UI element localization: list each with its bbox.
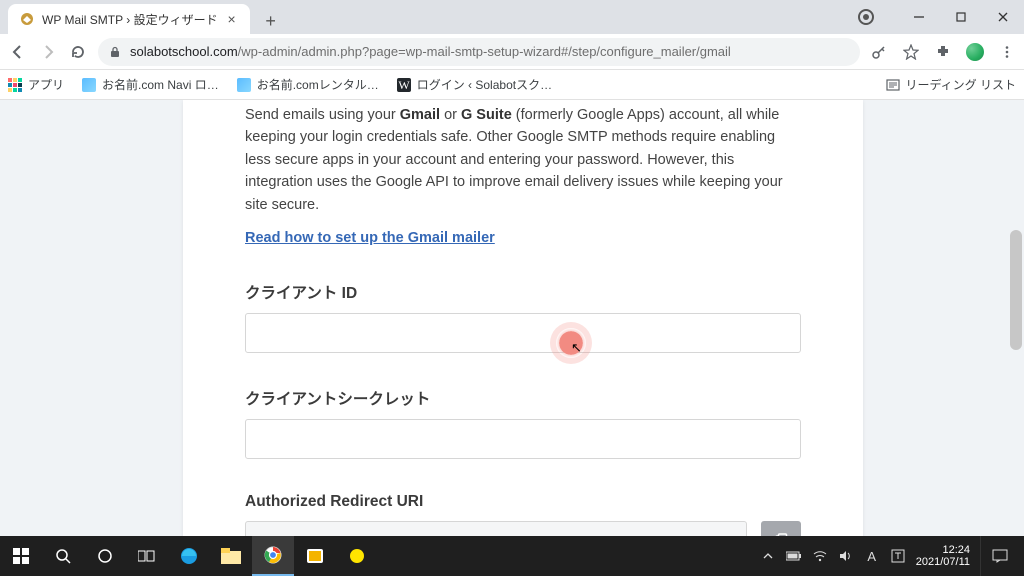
profile-avatar[interactable] (966, 43, 984, 61)
bookmark-label: ログイン ‹ Solabotスク… (417, 76, 552, 93)
address-bar[interactable]: solabotschool.com/wp-admin/admin.php?pag… (98, 38, 860, 66)
system-tray: A 12:24 2021/07/11 (760, 536, 1024, 576)
menu-icon[interactable] (998, 43, 1016, 61)
bookmark-item[interactable]: お名前.comレンタル… (237, 76, 379, 93)
bookmark-favicon-icon (237, 78, 251, 92)
key-icon[interactable] (870, 43, 888, 61)
tray-volume-icon[interactable] (838, 548, 854, 564)
forward-button[interactable] (38, 42, 58, 62)
extensions-icon[interactable] (934, 43, 952, 61)
svg-text:W: W (398, 78, 410, 92)
star-icon[interactable] (902, 43, 920, 61)
scrollbar-thumb[interactable] (1010, 230, 1022, 350)
redirect-uri-value: https://connect.wpmailsmtp.com/google/ (245, 521, 747, 536)
documentation-link[interactable]: Read how to set up the Gmail mailer (245, 230, 495, 246)
bookmark-label: お名前.comレンタル… (257, 76, 379, 93)
bookmark-favicon-icon: W (397, 78, 411, 92)
bookmarks-bar: アプリ お名前.com Navi ロ… お名前.comレンタル… W ログイン … (0, 70, 1024, 100)
tray-ime-label[interactable]: A (864, 548, 880, 564)
window-close-button[interactable] (982, 0, 1024, 34)
mailer-description: Send emails using your Gmail or G Suite … (245, 100, 801, 216)
client-secret-input[interactable] (245, 419, 801, 459)
client-id-input[interactable] (245, 313, 801, 353)
lock-icon (108, 45, 122, 59)
bookmark-label: お名前.com Navi ロ… (102, 76, 219, 93)
page-viewport: Send emails using your Gmail or G Suite … (0, 100, 1024, 536)
reload-button[interactable] (68, 42, 88, 62)
cortana-button[interactable] (84, 536, 126, 576)
new-tab-button[interactable]: + (258, 8, 284, 34)
back-button[interactable] (8, 42, 28, 62)
action-center-button[interactable] (980, 536, 1018, 576)
windows-taskbar: A 12:24 2021/07/11 (0, 536, 1024, 576)
search-button[interactable] (42, 536, 84, 576)
bookmark-item[interactable]: お名前.com Navi ロ… (82, 76, 219, 93)
scrollbar[interactable] (1010, 100, 1022, 536)
window-minimize-button[interactable] (898, 0, 940, 34)
client-id-label: クライアント ID (245, 281, 801, 303)
start-button[interactable] (0, 536, 42, 576)
tab-title: WP Mail SMTP › 設定ウィザード (42, 11, 218, 28)
tray-ime-icon[interactable] (890, 548, 906, 564)
cursor-pointer-icon: ↖ (571, 340, 582, 356)
client-secret-label: クライアントシークレット (245, 387, 801, 409)
bookmark-item[interactable]: W ログイン ‹ Solabotスク… (397, 76, 552, 93)
browser-toolbar: solabotschool.com/wp-admin/admin.php?pag… (0, 34, 1024, 70)
close-tab-icon[interactable]: × (226, 13, 238, 25)
reading-list-button[interactable]: リーディング リスト (886, 76, 1017, 93)
apps-shortcut[interactable]: アプリ (8, 76, 64, 93)
url-path: /wp-admin/admin.php?page=wp-mail-smtp-se… (238, 44, 731, 59)
tray-wifi-icon[interactable] (812, 548, 828, 564)
copy-button[interactable] (761, 521, 801, 536)
recording-indicator-icon[interactable] (858, 9, 874, 25)
taskbar-app-edge[interactable] (168, 536, 210, 576)
apps-icon (8, 78, 22, 92)
taskbar-app-slides[interactable] (294, 536, 336, 576)
taskbar-app-recorder[interactable] (336, 536, 378, 576)
reading-list-icon (886, 78, 900, 92)
bookmark-favicon-icon (82, 78, 96, 92)
browser-tab[interactable]: WP Mail SMTP › 設定ウィザード × (8, 4, 250, 34)
taskbar-app-explorer[interactable] (210, 536, 252, 576)
apps-label: アプリ (28, 76, 64, 93)
tray-battery-icon[interactable] (786, 548, 802, 564)
task-view-button[interactable] (126, 536, 168, 576)
taskbar-clock[interactable]: 12:24 2021/07/11 (916, 544, 970, 568)
taskbar-app-chrome[interactable] (252, 536, 294, 576)
tray-chevron-icon[interactable] (760, 548, 776, 564)
reading-list-label: リーディング リスト (906, 76, 1017, 93)
clock-date: 2021/07/11 (916, 556, 970, 568)
url-host: solabotschool.com (130, 44, 238, 59)
setup-card: Send emails using your Gmail or G Suite … (183, 100, 863, 536)
browser-titlebar: WP Mail SMTP › 設定ウィザード × + (0, 0, 1024, 34)
clock-time: 12:24 (916, 544, 970, 556)
redirect-uri-label: Authorized Redirect URI (245, 493, 801, 511)
tab-favicon-icon (20, 12, 34, 26)
window-maximize-button[interactable] (940, 0, 982, 34)
